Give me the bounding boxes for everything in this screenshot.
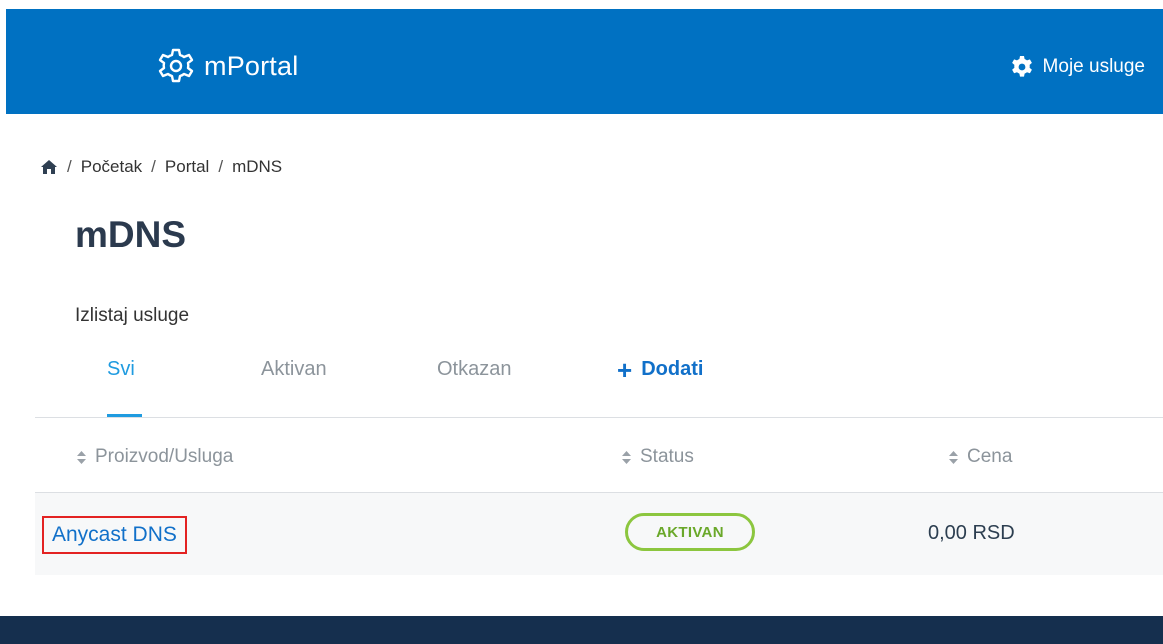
home-icon[interactable] — [40, 159, 58, 175]
price-cell: 0,00 RSD — [928, 522, 1015, 544]
page-footer — [0, 616, 1163, 644]
services-table: Proizvod/Usluga Status Cena Anycast DNS … — [35, 418, 1163, 575]
add-service-button[interactable]: + Dodati — [617, 354, 704, 385]
breadcrumb-separator: / — [67, 157, 72, 176]
sort-icon — [77, 450, 86, 464]
breadcrumb: / Početak / Portal / mDNS — [40, 157, 282, 177]
plus-icon: + — [617, 354, 633, 385]
sort-icon — [622, 450, 631, 464]
my-services-button[interactable]: Moje usluge — [1010, 55, 1145, 79]
breadcrumb-item-portal[interactable]: Portal — [165, 157, 209, 177]
table-header: Proizvod/Usluga Status Cena — [35, 418, 1163, 493]
breadcrumb-item-pocetak[interactable]: Početak — [81, 157, 142, 177]
table-row[interactable]: Anycast DNS AKTIVAN 0,00 RSD — [35, 493, 1163, 575]
breadcrumb-separator: / — [218, 157, 224, 176]
column-header-status[interactable]: Status — [622, 446, 694, 468]
mportal-logo[interactable]: mPortal — [156, 45, 298, 87]
breadcrumb-separator: / — [151, 157, 156, 176]
page-title: mDNS — [75, 214, 187, 255]
gear-logo-icon — [156, 46, 196, 86]
page-subtitle: Izlistaj usluge — [75, 305, 190, 326]
product-link[interactable]: Anycast DNS — [42, 516, 187, 554]
column-header-product-label: Proizvod/Usluga — [95, 446, 234, 467]
sort-icon — [949, 450, 958, 464]
column-header-price[interactable]: Cena — [949, 446, 1012, 468]
column-header-price-label: Cena — [967, 446, 1013, 467]
add-service-label: Dodati — [641, 358, 704, 380]
column-header-product[interactable]: Proizvod/Usluga — [77, 446, 233, 468]
tab-otkazan[interactable]: Otkazan — [437, 358, 511, 381]
tab-svi[interactable]: Svi — [107, 358, 135, 381]
filter-tabs: Svi Aktivan Otkazan + Dodati — [0, 350, 1163, 418]
my-services-label: Moje usluge — [1042, 56, 1145, 77]
logo-text: mPortal — [204, 50, 299, 81]
top-navigation-bar: mPortal Moje usluge — [6, 9, 1163, 114]
cog-icon — [1010, 55, 1043, 79]
tab-aktivan[interactable]: Aktivan — [261, 358, 327, 381]
column-header-status-label: Status — [640, 446, 694, 467]
status-badge: AKTIVAN — [625, 513, 755, 551]
breadcrumb-item-mdns: mDNS — [232, 157, 283, 176]
